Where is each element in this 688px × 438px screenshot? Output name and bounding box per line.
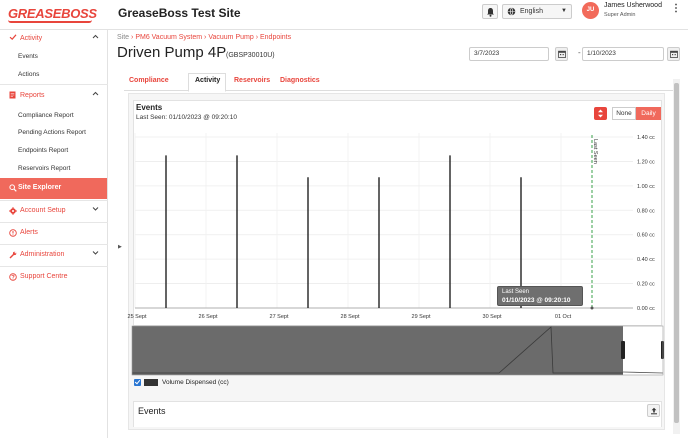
- globe-icon: [507, 7, 516, 16]
- x-tick-label: 27 Sept: [270, 314, 289, 320]
- user-role: Super Admin: [604, 12, 636, 18]
- y-tick-label: 0.40 cc: [637, 257, 655, 263]
- sidebar-group-label: Administration: [20, 251, 65, 258]
- y-tick-label: 0.00 cc: [637, 306, 655, 312]
- y-tick-label: 1.40 cc: [637, 135, 655, 141]
- sidebar-item-label: Support Centre: [20, 273, 68, 280]
- avatar[interactable]: JU: [582, 2, 599, 19]
- chart-grid: [134, 133, 633, 309]
- chevron-up-icon: [92, 91, 99, 98]
- sidebar-item-reservoirs-report[interactable]: Reservoirs Report: [18, 165, 70, 172]
- help-icon: [9, 273, 17, 283]
- logo-swoosh: [8, 20, 92, 23]
- tooltip-title: Last Seen: [502, 289, 530, 295]
- chevron-down-icon: [92, 250, 99, 257]
- x-tick-label: 30 Sept: [483, 314, 502, 320]
- last-seen-tooltip: Last Seen 01/10/2023 @ 09:20:10: [497, 286, 583, 306]
- gear-icon: [9, 207, 17, 217]
- search-icon: [9, 184, 17, 194]
- sidebar-group-label: Account Setup: [20, 207, 66, 214]
- caret-down-icon: ▼: [561, 8, 567, 14]
- events-table-title: Events: [138, 406, 166, 416]
- export-button[interactable]: [647, 404, 660, 417]
- chevron-up-icon: [92, 34, 99, 41]
- sidebar-item-site-explorer[interactable]: Site Explorer: [0, 178, 107, 199]
- divider: [0, 244, 108, 245]
- alert-circle-icon: [9, 229, 17, 239]
- navigator-background: [132, 326, 663, 375]
- sidebar-group-activity[interactable]: Activity: [0, 30, 108, 48]
- legend-swatch: [144, 379, 158, 386]
- sidebar-item-endpoints-report[interactable]: Endpoints Report: [18, 147, 68, 154]
- check-icon: [9, 33, 17, 43]
- sidebar-item-events[interactable]: Events: [18, 53, 38, 60]
- divider: [0, 84, 108, 85]
- sidebar-group-administration[interactable]: Administration: [0, 246, 108, 264]
- document-icon: [9, 91, 16, 101]
- x-tick-label: 01 Oct: [555, 314, 572, 320]
- x-tick-label: 28 Sept: [341, 314, 360, 320]
- sidebar-group-reports[interactable]: Reports: [0, 87, 108, 105]
- sidebar-group-label: Activity: [20, 35, 43, 42]
- wrench-icon: [9, 251, 17, 261]
- divider: [0, 266, 108, 267]
- more-options-icon[interactable]: ⋮: [671, 3, 681, 14]
- chart-x-ticks: 25 Sept 26 Sept 27 Sept 28 Sept 29 Sept 30 Se…: [128, 314, 572, 320]
- legend-checkbox[interactable]: [134, 379, 141, 386]
- bell-icon: [487, 8, 494, 17]
- last-seen-marker-label: Last Seen: [592, 139, 598, 164]
- sidebar-item-actions[interactable]: Actions: [18, 71, 39, 78]
- upload-icon: [651, 407, 657, 415]
- sidebar-group-label: Reports: [20, 92, 45, 99]
- sidebar-item-label: Site Explorer: [18, 184, 62, 191]
- events-table-card: [133, 401, 662, 427]
- language-label: English: [520, 8, 543, 15]
- y-tick-label: 1.20 cc: [637, 159, 655, 165]
- sidebar: Activity Events Actions Reports Complian…: [0, 30, 108, 438]
- sidebar-item-alerts[interactable]: Alerts: [0, 224, 108, 242]
- chart-y-ticks: 1.40 cc 1.20 cc 1.00 cc 0.80 cc 0.60 cc 0.40 …: [637, 135, 655, 312]
- events-chart[interactable]: 25 Sept 26 Sept 27 Sept 28 Sept 29 Sept 30 Se…: [109, 30, 688, 380]
- user-name[interactable]: James Usherwood: [604, 2, 662, 9]
- greaseboss-logo[interactable]: GREASEBOSS: [8, 6, 97, 21]
- sidebar-item-pending-actions-report[interactable]: Pending Actions Report: [18, 129, 86, 136]
- sidebar-item-support-centre[interactable]: Support Centre: [0, 268, 108, 286]
- y-tick-label: 0.80 cc: [637, 208, 655, 214]
- chart-navigator: [131, 325, 664, 376]
- sidebar-item-compliance-report[interactable]: Compliance Report: [18, 112, 74, 119]
- x-tick-label: 25 Sept: [128, 314, 147, 320]
- navigator-right-handle: [661, 341, 664, 359]
- main-content: Site › PM6 Vacuum System › Vacuum Pump ›…: [109, 30, 688, 438]
- notifications-button[interactable]: [482, 4, 498, 19]
- last-seen-dot: [590, 306, 594, 310]
- y-tick-label: 0.20 cc: [637, 282, 655, 288]
- plot-area: [135, 133, 633, 308]
- top-bar: GREASEBOSS GreaseBoss Test Site English …: [0, 0, 688, 30]
- x-tick-label: 29 Sept: [412, 314, 431, 320]
- y-tick-label: 1.00 cc: [637, 184, 655, 190]
- x-tick-label: 26 Sept: [199, 314, 218, 320]
- divider: [0, 200, 108, 201]
- navigator-selected-window: [623, 326, 663, 375]
- divider: [0, 222, 108, 223]
- chevron-down-icon: [92, 206, 99, 213]
- legend-label: Volume Dispensed (cc): [162, 379, 229, 386]
- navigator-left-handle: [621, 341, 625, 359]
- tooltip-value: 01/10/2023 @ 09:20:10: [502, 297, 571, 304]
- sidebar-group-account-setup[interactable]: Account Setup: [0, 202, 108, 220]
- site-title: GreaseBoss Test Site: [118, 6, 241, 20]
- y-tick-label: 0.60 cc: [637, 233, 655, 239]
- sidebar-item-label: Alerts: [20, 229, 38, 236]
- language-select[interactable]: English ▼: [502, 4, 572, 19]
